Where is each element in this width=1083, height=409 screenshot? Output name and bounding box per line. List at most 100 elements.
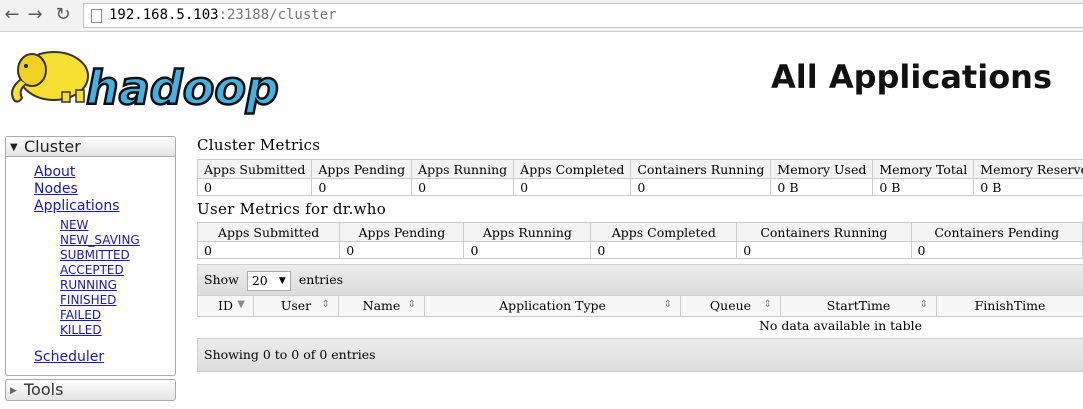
entries-label: entries <box>298 272 344 287</box>
column-header: Apps Running <box>411 159 515 179</box>
table-cell: 0 B <box>872 178 975 196</box>
sort-both-icon: ⇕ <box>407 299 416 310</box>
sort-both-icon: ⇕ <box>321 299 330 310</box>
column-label: Name <box>362 298 401 314</box>
table-cell: 0 B <box>770 178 874 196</box>
table-cell: 0 <box>196 241 341 259</box>
column-header: Apps Pending <box>339 222 465 242</box>
url-text[interactable]: 192.168.5.103:23188/cluster <box>109 7 337 23</box>
table-row: No data available in table <box>198 316 1083 334</box>
triangle-down-icon: ▼ <box>10 142 18 153</box>
table-row: 0 0 0 0 0 0 <box>196 241 1083 259</box>
datatable-info-bar: Showing 0 to 0 of 0 entries <box>197 338 1083 372</box>
column-header: Apps Submitted <box>196 159 313 179</box>
app-state-new[interactable]: NEW <box>60 218 88 232</box>
column-header: Memory Total <box>872 159 975 179</box>
table-cell: 0 <box>311 178 413 196</box>
table-row: 0 0 0 0 0 0 B 0 B 0 B <box>196 178 1083 196</box>
reload-icon[interactable]: ↻ <box>53 5 73 25</box>
table-info: Showing 0 to 0 of 0 entries <box>204 347 376 362</box>
column-header-finishtime[interactable]: FinishTime <box>936 296 1083 317</box>
column-label: Application Type <box>499 298 606 314</box>
url-path: :23188/cluster <box>218 7 337 23</box>
column-label: Queue <box>709 298 752 314</box>
dropdown-arrow-icon: ▼ <box>278 275 286 286</box>
cluster-section-header[interactable]: ▼ Cluster <box>6 137 175 157</box>
table-header-row: Apps Submitted Apps Pending Apps Running… <box>196 159 1083 179</box>
cluster-metrics-title: Cluster Metrics <box>197 136 321 154</box>
table-header-row: ID ▼ User ⇕ Name ⇕ Application Type ⇕ Queue ⇕… <box>197 296 1083 317</box>
table-cell: 0 B <box>973 178 1083 196</box>
sidebar-link-nodes[interactable]: Nodes <box>34 181 78 197</box>
column-label: StartTime <box>826 298 891 314</box>
sidebar-link-applications[interactable]: Applications <box>34 198 120 214</box>
cluster-label: Cluster <box>24 137 81 156</box>
table-cell: 0 <box>910 241 1083 259</box>
user-metrics-table: Apps Submitted Apps Pending Apps Running… <box>196 222 1083 259</box>
sort-both-icon: ⇕ <box>919 299 928 310</box>
column-label: ID <box>218 298 233 314</box>
forward-arrow-icon[interactable]: → <box>25 5 45 25</box>
column-label: User <box>280 298 312 314</box>
column-header-name[interactable]: Name ⇕ <box>338 296 425 317</box>
table-cell: 0 <box>411 178 515 196</box>
page-title: All Applications <box>771 58 1052 96</box>
column-header-starttime[interactable]: StartTime ⇕ <box>780 296 937 317</box>
column-header: Apps Completed <box>590 222 738 242</box>
app-state-finished[interactable]: FINISHED <box>60 293 116 307</box>
sort-both-icon: ⇕ <box>763 299 772 310</box>
browser-toolbar: ← → ↻ 192.168.5.103:23188/cluster <box>0 0 1083 32</box>
column-header: Memory Reserved <box>973 159 1083 179</box>
column-header: Containers Pending <box>910 222 1083 242</box>
app-state-killed[interactable]: KILLED <box>60 323 102 337</box>
table-cell: 0 <box>630 178 772 196</box>
sidebar-link-about[interactable]: About <box>34 164 75 180</box>
column-header: Apps Completed <box>513 159 632 179</box>
page-icon <box>91 9 102 23</box>
sidebar-link-scheduler[interactable]: Scheduler <box>34 349 104 365</box>
table-cell: 0 <box>590 241 738 259</box>
column-header-application-type[interactable]: Application Type ⇕ <box>424 296 681 317</box>
table-cell: 0 <box>513 178 632 196</box>
column-header-id[interactable]: ID ▼ <box>197 296 254 317</box>
app-state-accepted[interactable]: ACCEPTED <box>60 263 124 277</box>
column-header-user[interactable]: User ⇕ <box>253 296 339 317</box>
back-arrow-icon[interactable]: ← <box>2 5 22 25</box>
column-header: Containers Running <box>736 222 912 242</box>
datatable-length-bar: Show 20 ▼ entries <box>197 264 1083 296</box>
cluster-metrics-table: Apps Submitted Apps Pending Apps Running… <box>196 159 1083 196</box>
sort-desc-icon: ▼ <box>237 299 245 310</box>
app-state-failed[interactable]: FAILED <box>60 308 101 322</box>
user-metrics-title: User Metrics for dr.who <box>197 200 387 218</box>
table-cell: 0 <box>463 241 592 259</box>
column-header: Apps Pending <box>311 159 413 179</box>
column-header: Apps Submitted <box>196 222 341 242</box>
sidebar: ▼ Cluster About Nodes Applications NEW NE… <box>5 136 176 376</box>
column-header: Apps Running <box>463 222 592 242</box>
tools-label: Tools <box>24 380 64 399</box>
entries-value: 20 <box>251 272 268 288</box>
app-state-running[interactable]: RUNNING <box>60 278 117 292</box>
app-state-new-saving[interactable]: NEW_SAVING <box>60 233 140 247</box>
column-label: FinishTime <box>974 298 1046 314</box>
hadoop-elephant-icon: hadoop <box>11 51 280 116</box>
table-cell: 0 <box>339 241 465 259</box>
table-cell: 0 <box>736 241 912 259</box>
column-header-queue[interactable]: Queue ⇕ <box>680 296 781 317</box>
tools-section-header[interactable]: ▶ Tools <box>5 379 176 401</box>
url-host: 192.168.5.103 <box>109 7 219 23</box>
applications-table: ID ▼ User ⇕ Name ⇕ Application Type ⇕ Queue ⇕… <box>197 296 1083 334</box>
table-header-row: Apps Submitted Apps Pending Apps Running… <box>196 222 1083 242</box>
triangle-right-icon: ▶ <box>10 386 17 396</box>
table-cell: 0 <box>196 178 313 196</box>
address-bar[interactable]: 192.168.5.103:23188/cluster <box>83 3 1083 28</box>
column-header: Containers Running <box>630 159 772 179</box>
app-state-submitted[interactable]: SUBMITTED <box>60 248 130 262</box>
hadoop-logo: hadoop <box>6 40 306 116</box>
applications-datatable: Show 20 ▼ entries ID ▼ User ⇕ Name ⇕ Applica… <box>197 264 1083 372</box>
empty-table-message: No data available in table <box>758 317 923 333</box>
column-header: Memory Used <box>770 159 874 179</box>
entries-select[interactable]: 20 ▼ <box>246 270 291 291</box>
sort-both-icon: ⇕ <box>663 299 672 310</box>
show-label: Show <box>204 272 239 287</box>
